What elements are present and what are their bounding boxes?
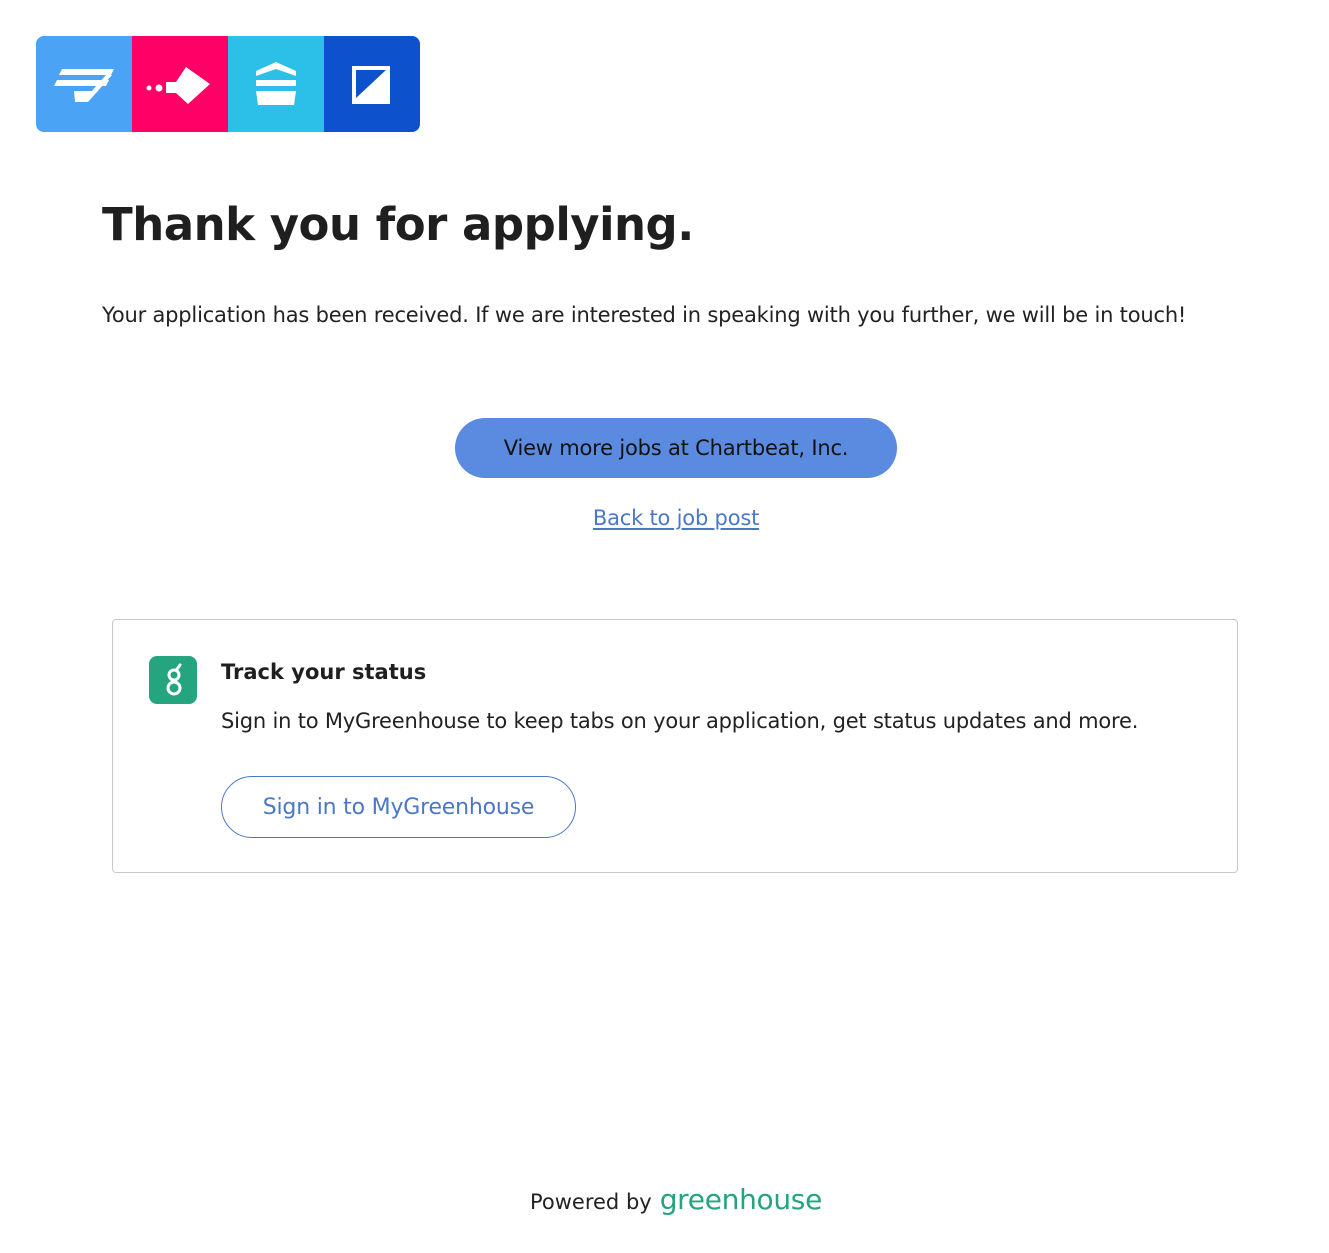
- track-status-card: Track your status Sign in to MyGreenhous…: [112, 619, 1238, 873]
- speed-lines-icon: [36, 36, 132, 132]
- back-link-container: Back to job post: [0, 506, 1329, 530]
- view-more-jobs-button[interactable]: View more jobs at Chartbeat, Inc.: [455, 418, 897, 478]
- sign-in-mygreenhouse-button[interactable]: Sign in to MyGreenhouse: [221, 776, 576, 838]
- card-title: Track your status: [221, 660, 427, 684]
- powered-by-label: Powered by: [529, 1190, 652, 1214]
- stacked-layers-icon: [228, 36, 324, 132]
- greenhouse-g-icon: [149, 656, 197, 704]
- footer: Powered by greenhouse: [0, 1183, 1329, 1216]
- greenhouse-wordmark[interactable]: greenhouse: [660, 1183, 823, 1216]
- company-logo: [36, 36, 420, 132]
- card-description: Sign in to MyGreenhouse to keep tabs on …: [221, 709, 1139, 733]
- diagonal-square-icon: [324, 36, 420, 132]
- arrow-fish-icon: [132, 36, 228, 132]
- back-to-job-post-link[interactable]: Back to job post: [593, 506, 759, 530]
- confirmation-message: Your application has been received. If w…: [102, 303, 1187, 327]
- page-title: Thank you for applying.: [102, 198, 694, 251]
